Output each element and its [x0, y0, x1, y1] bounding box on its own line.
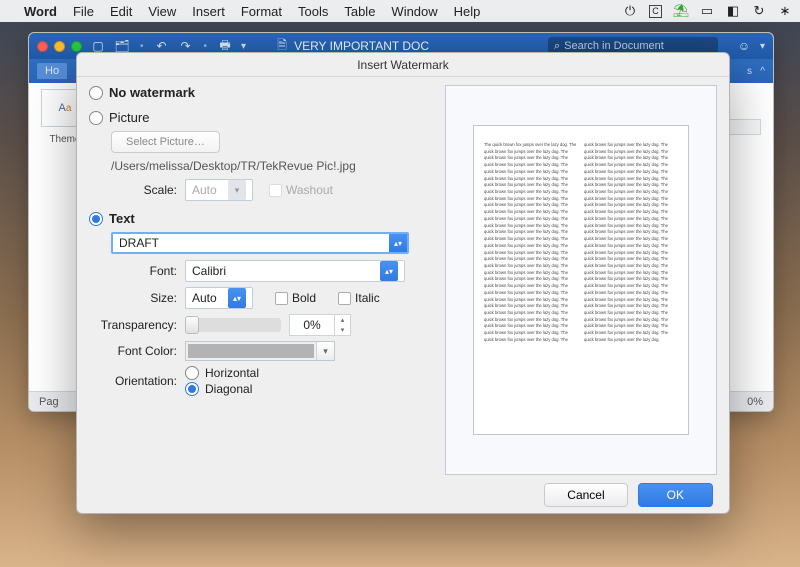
window-menu[interactable]: Window [391, 4, 437, 19]
close-window-button[interactable] [37, 41, 48, 52]
status-display-icon[interactable]: ▭ [700, 4, 714, 18]
search-placeholder: Search in Document [564, 40, 664, 52]
help-menu[interactable]: Help [454, 4, 481, 19]
ribbon-collapse-icon[interactable]: s ^ [747, 66, 765, 77]
transparency-stepper[interactable]: ▴▾ [335, 314, 351, 336]
insert-menu[interactable]: Insert [192, 4, 225, 19]
washout-label: Washout [286, 183, 333, 197]
document-title: VERY IMPORTANT DOC [294, 39, 429, 53]
tools-menu[interactable]: Tools [298, 4, 328, 19]
size-select[interactable]: Auto ▴▾ [185, 287, 253, 309]
text-label: Text [109, 211, 135, 226]
status-app-icon[interactable]: ◧ [726, 4, 740, 18]
transparency-value[interactable]: 0% [289, 314, 335, 336]
radio-text[interactable] [89, 212, 103, 226]
orientation-diagonal-label: Diagonal [205, 382, 252, 396]
watermark-text-value: DRAFT [113, 236, 389, 250]
status-umbrella-icon[interactable]: ⛱ [674, 4, 688, 18]
italic-checkbox[interactable] [338, 292, 351, 305]
status-left: Pag [39, 396, 59, 408]
scale-label: Scale: [89, 183, 185, 197]
status-bluetooth-icon[interactable]: ∗ [778, 4, 792, 18]
bold-checkbox[interactable] [275, 292, 288, 305]
bold-label: Bold [292, 291, 316, 305]
ok-button[interactable]: OK [638, 483, 713, 507]
macos-menubar: Word File Edit View Insert Format Tools … [0, 0, 800, 22]
radio-picture[interactable] [89, 111, 103, 125]
stepper-arrows-icon: ▴▾ [380, 261, 398, 281]
app-menu[interactable]: Word [24, 4, 57, 19]
insert-watermark-dialog: Insert Watermark No watermark Picture Se… [76, 52, 730, 514]
radio-orientation-diagonal[interactable] [185, 382, 199, 396]
view-menu[interactable]: View [148, 4, 176, 19]
zoom-window-button[interactable] [71, 41, 82, 52]
status-c-icon[interactable]: C [649, 5, 662, 18]
picture-label: Picture [109, 110, 149, 125]
font-label: Font: [89, 264, 185, 278]
format-menu[interactable]: Format [241, 4, 282, 19]
font-color-swatch [188, 344, 314, 358]
transparency-label: Transparency: [89, 318, 185, 332]
edit-menu[interactable]: Edit [110, 4, 132, 19]
stepper-arrows-icon: ▴▾ [389, 234, 407, 252]
cancel-button[interactable]: Cancel [544, 483, 627, 507]
picture-path: /Users/melissa/Desktop/TR/TekRevue Pic!.… [111, 159, 356, 173]
table-menu[interactable]: Table [344, 4, 375, 19]
font-color-label: Font Color: [89, 344, 185, 358]
washout-checkbox[interactable] [269, 184, 282, 197]
font-select[interactable]: Calibri ▴▾ [185, 260, 405, 282]
chevron-down-icon[interactable]: ▾ [241, 41, 246, 52]
orientation-horizontal-label: Horizontal [205, 366, 259, 380]
radio-orientation-horizontal[interactable] [185, 366, 199, 380]
orientation-label: Orientation: [89, 374, 185, 388]
scale-select[interactable]: Auto ▾ [185, 179, 253, 201]
chevron-down-icon: ▾ [316, 342, 334, 360]
chevron-down-icon[interactable]: ▾ [760, 41, 765, 52]
search-icon: ⌕ [554, 40, 560, 53]
watermark-text-select[interactable]: DRAFT ▴▾ [111, 232, 409, 254]
transparency-slider[interactable] [185, 318, 281, 332]
watermark-preview: The quick brown fox jumps over the lazy … [445, 85, 717, 475]
minimize-window-button[interactable] [54, 41, 65, 52]
stepper-arrows-icon: ▴▾ [228, 288, 246, 308]
chevron-down-icon: ▾ [228, 180, 246, 200]
italic-label: Italic [355, 291, 380, 305]
dialog-title: Insert Watermark [77, 53, 729, 77]
no-watermark-label: No watermark [109, 85, 195, 100]
font-color-select[interactable]: ▾ [185, 341, 335, 361]
file-menu[interactable]: File [73, 4, 94, 19]
size-label: Size: [89, 291, 185, 305]
zoom-level[interactable]: 0% [747, 396, 763, 408]
smiley-icon[interactable]: ☺ [736, 38, 752, 54]
tab-home[interactable]: Ho [37, 63, 67, 79]
status-clock-icon[interactable]: ↻ [752, 4, 766, 18]
radio-no-watermark[interactable] [89, 86, 103, 100]
preview-page: The quick brown fox jumps over the lazy … [473, 125, 689, 435]
status-power-icon[interactable]: ⏻ [623, 4, 637, 18]
select-picture-button[interactable]: Select Picture… [111, 131, 220, 153]
